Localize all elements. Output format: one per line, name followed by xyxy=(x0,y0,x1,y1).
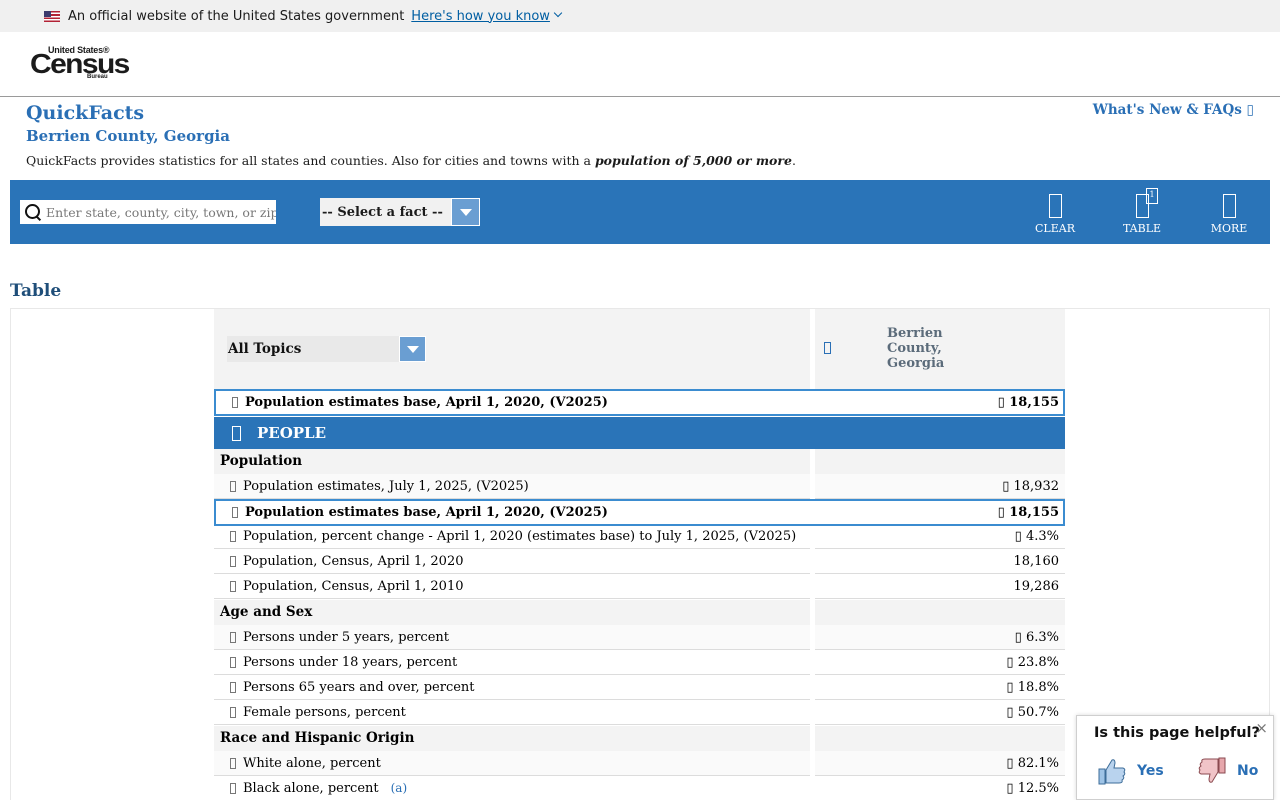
page-title[interactable]: QuickFacts xyxy=(26,102,144,124)
feedback-question: Is this page helpful? xyxy=(1094,725,1260,741)
fact-info-icon[interactable] xyxy=(230,681,236,693)
all-topics-dropdown[interactable]: All Topics xyxy=(227,336,426,362)
table-row[interactable]: Persons under 18 years, percent ▯ 23.8% xyxy=(214,650,1065,675)
people-section-header[interactable]: PEOPLE xyxy=(214,417,1065,449)
fact-info-icon[interactable] xyxy=(230,782,236,794)
table-row[interactable]: Persons 65 years and over, percent ▯ 18.… xyxy=(214,675,1065,700)
page-description: QuickFacts provides statistics for all s… xyxy=(26,153,796,168)
feedback-widget: Is this page helpful? × Yes No xyxy=(1076,715,1274,800)
table-header: All Topics Berrien County, Georgia xyxy=(214,309,1065,389)
fact-info-icon[interactable] xyxy=(232,507,238,518)
footnote-link[interactable]: (a) xyxy=(391,781,408,795)
close-icon[interactable]: × xyxy=(1255,719,1268,737)
fact-info-icon[interactable] xyxy=(230,706,236,718)
toolbar: -- Select a fact -- CLEAR 1 TABLE MORE xyxy=(10,180,1270,244)
location-title: Berrien County, Georgia xyxy=(26,127,230,145)
whats-new-faqs-link[interactable]: What's New & FAQs ▯ xyxy=(1093,102,1254,118)
fact-info-icon[interactable] xyxy=(230,631,236,643)
table-count-badge: 1 xyxy=(1146,188,1158,204)
fact-info-icon[interactable] xyxy=(230,580,236,592)
title-block: QuickFacts Berrien County, Georgia Quick… xyxy=(0,97,1280,179)
site-header: United States® Census Bureau xyxy=(0,32,1280,97)
county-column-header: Berrien County, Georgia xyxy=(887,326,945,371)
section-race-hispanic-origin: Race and Hispanic Origin xyxy=(214,726,1065,751)
section-population: Population xyxy=(214,449,1065,474)
search-input[interactable] xyxy=(43,204,276,220)
more-icon xyxy=(1222,194,1236,218)
thumbs-down-icon xyxy=(1198,757,1226,783)
section-age-sex: Age and Sex xyxy=(214,600,1065,625)
table-row[interactable]: Persons under 5 years, percent ▯ 6.3% xyxy=(214,625,1065,650)
table-row[interactable]: White alone, percent ▯ 82.1% xyxy=(214,751,1065,776)
gov-banner-text: An official website of the United States… xyxy=(68,8,405,24)
fact-info-icon[interactable] xyxy=(230,555,236,567)
clear-icon xyxy=(1048,194,1062,218)
chevron-down-icon[interactable] xyxy=(451,198,480,226)
search-icon xyxy=(23,202,43,222)
table-row[interactable]: Population estimates, July 1, 2025, (V20… xyxy=(214,474,1065,499)
us-flag-icon xyxy=(44,10,60,22)
table-button[interactable]: 1 TABLE xyxy=(1122,188,1162,235)
table-row[interactable]: Black alone, percent (a) ▯ 12.5% xyxy=(214,776,1065,800)
table-heading: Table xyxy=(10,281,62,301)
fact-info-icon[interactable] xyxy=(230,530,236,542)
census-logo[interactable]: United States® Census Bureau xyxy=(30,45,130,85)
more-button[interactable]: MORE xyxy=(1209,194,1249,235)
fact-info-icon[interactable] xyxy=(232,397,238,408)
fact-info-icon[interactable] xyxy=(230,757,236,769)
heres-how-you-know-link[interactable]: Here's how you know xyxy=(411,9,550,24)
table-row[interactable]: Population, Census, April 1, 2010 19,286 xyxy=(214,574,1065,599)
feedback-no-button[interactable]: No xyxy=(1197,756,1258,786)
table-row-selected[interactable]: Population estimates base, April 1, 2020… xyxy=(214,499,1065,526)
gov-banner: An official website of the United States… xyxy=(0,0,1280,32)
chevron-down-icon[interactable] xyxy=(553,8,563,18)
clear-button[interactable]: CLEAR xyxy=(1035,194,1075,235)
info-icon[interactable] xyxy=(824,342,831,354)
thumbs-up-icon xyxy=(1098,759,1126,785)
all-topics-label: All Topics xyxy=(228,341,302,357)
fact-info-icon[interactable] xyxy=(230,656,236,668)
table-row[interactable]: Population, percent change - April 1, 20… xyxy=(214,524,1065,549)
people-icon xyxy=(232,425,241,441)
search-box xyxy=(20,200,276,224)
feedback-yes-button[interactable]: Yes xyxy=(1097,756,1164,786)
pinned-row[interactable]: Population estimates base, April 1, 2020… xyxy=(214,389,1065,416)
select-fact-dropdown[interactable]: -- Select a fact -- xyxy=(320,198,480,226)
table-row[interactable]: Population, Census, April 1, 2020 18,160 xyxy=(214,549,1065,574)
table-row[interactable]: Female persons, percent ▯ 50.7% xyxy=(214,700,1065,725)
select-fact-label: -- Select a fact -- xyxy=(322,204,443,220)
chevron-down-icon[interactable] xyxy=(399,336,426,362)
fact-info-icon[interactable] xyxy=(230,480,236,492)
